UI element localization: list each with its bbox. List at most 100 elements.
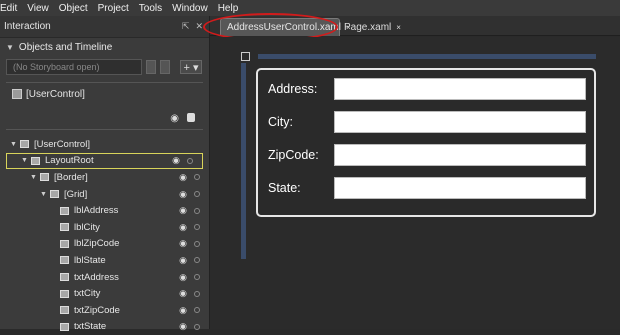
element-icon (50, 190, 59, 199)
city-row: City: (268, 111, 586, 133)
tree-node-label: txtCity (74, 288, 101, 300)
tree-node[interactable]: lblState ◉ (0, 252, 209, 269)
eye-icon[interactable]: ◉ (179, 272, 187, 283)
lock-toggle-icon[interactable] (194, 224, 200, 231)
element-icon (40, 173, 49, 182)
tree-node-label: lblState (74, 254, 106, 266)
zipcode-textbox[interactable] (334, 144, 586, 166)
element-icon (60, 273, 69, 282)
eye-icon[interactable]: ◉ (179, 238, 187, 249)
expand-triangle-icon[interactable]: ▼ (21, 157, 31, 164)
grid-ruler-icon[interactable] (241, 52, 250, 61)
element-icon (20, 140, 29, 149)
eye-icon[interactable]: ◉ (179, 305, 187, 316)
menu-edit[interactable]: Edit (0, 3, 17, 14)
lock-toggle-icon[interactable] (187, 157, 193, 164)
storyboard-button-2[interactable] (160, 60, 170, 74)
tab-label: Page.xaml (344, 21, 392, 33)
element-icon (60, 239, 69, 248)
pin-icon[interactable]: ⇱ (182, 21, 190, 32)
menu-view[interactable]: View (27, 3, 49, 14)
tree-node[interactable]: ▼ LayoutRoot ◉ (6, 152, 203, 170)
menu-window[interactable]: Window (172, 3, 208, 14)
close-panel-icon[interactable]: ✕ (195, 21, 203, 32)
tree-node-label: lblAddress (74, 205, 119, 217)
address-textbox[interactable] (334, 78, 586, 100)
tree-node-label: LayoutRoot (45, 155, 94, 167)
panel-header: Interaction ⇱ ✕ (0, 16, 209, 38)
tree-node-label: [UserControl] (34, 138, 90, 150)
row-ruler[interactable] (241, 63, 246, 259)
tab-page[interactable]: Page.xaml × (338, 18, 407, 36)
expand-triangle-icon[interactable]: ▼ (40, 191, 50, 198)
tree-node[interactable]: lblZipCode ◉ (0, 236, 209, 253)
element-icon (60, 223, 69, 232)
tree-node-label: [Grid] (64, 188, 88, 200)
menu-bar: Edit View Object Project Tools Window He… (0, 0, 620, 16)
tree-node[interactable]: txtAddress ◉ (0, 269, 209, 286)
tree-node-label: lblCity (74, 221, 100, 233)
eye-icon[interactable]: ◉ (179, 189, 187, 200)
object-tree: ▼ [UserControl] ▼ LayoutRoot ◉ ▼ [Border] ◉ ▼ [Gr… (0, 136, 209, 335)
interaction-panel: Interaction ⇱ ✕ ▼ Objects and Timeline (… (0, 16, 210, 332)
storyboard-button-1[interactable] (146, 60, 156, 74)
design-surface[interactable]: Address: City: ZipCode: State: (210, 37, 620, 329)
menu-object[interactable]: Object (59, 3, 88, 14)
lock-toggle-icon[interactable] (194, 174, 200, 181)
city-textbox[interactable] (334, 111, 586, 133)
tree-node[interactable]: lblAddress ◉ (0, 202, 209, 219)
lock-toggle-icon[interactable] (194, 290, 200, 297)
lock-toggle-icon[interactable] (194, 274, 200, 281)
storyboard-row: (No Storyboard open) + ▾ (0, 56, 209, 78)
element-icon (60, 256, 69, 265)
element-icon (60, 206, 69, 215)
section-title: Objects and Timeline (18, 41, 113, 53)
lock-toggle-icon[interactable] (194, 207, 200, 214)
element-icon (60, 322, 69, 331)
usercontrol-icon (12, 89, 22, 99)
tree-node[interactable]: txtState ◉ (0, 319, 209, 335)
column-ruler[interactable] (258, 54, 596, 59)
tree-node-label: lblZipCode (74, 238, 120, 250)
menu-tools[interactable]: Tools (139, 3, 162, 14)
eye-icon[interactable]: ◉ (170, 113, 179, 124)
menu-project[interactable]: Project (98, 3, 129, 14)
tree-node[interactable]: ▼ [Grid] ◉ (0, 186, 209, 203)
element-icon (60, 306, 69, 315)
address-row: Address: (268, 78, 586, 100)
tree-node-label: txtState (74, 321, 107, 333)
lock-icon[interactable] (187, 113, 195, 122)
expand-triangle-icon[interactable]: ▼ (30, 174, 40, 181)
menu-help[interactable]: Help (218, 3, 239, 14)
tree-node[interactable]: txtZipCode ◉ (0, 302, 209, 319)
eye-icon[interactable]: ◉ (179, 222, 187, 233)
tree-node[interactable]: ▼ [UserControl] (0, 136, 209, 153)
add-storyboard-button[interactable]: + ▾ (180, 60, 202, 74)
state-textbox[interactable] (334, 177, 586, 199)
eye-icon[interactable]: ◉ (179, 205, 187, 216)
zipcode-label: ZipCode: (268, 148, 319, 162)
objects-timeline-header[interactable]: ▼ Objects and Timeline (0, 38, 209, 56)
tree-node[interactable]: lblCity ◉ (0, 219, 209, 236)
lock-toggle-icon[interactable] (194, 240, 200, 247)
close-tab-icon[interactable]: × (396, 23, 401, 32)
storyboard-dropdown[interactable]: (No Storyboard open) (6, 59, 142, 75)
tree-node[interactable]: ▼ [Border] ◉ (0, 169, 209, 186)
eye-icon[interactable]: ◉ (179, 172, 187, 183)
tree-node[interactable]: txtCity ◉ (0, 285, 209, 302)
element-icon (60, 289, 69, 298)
eye-icon[interactable]: ◉ (179, 288, 187, 299)
address-form-border[interactable]: Address: City: ZipCode: State: (256, 68, 596, 217)
city-label: City: (268, 115, 293, 129)
eye-icon[interactable]: ◉ (179, 255, 187, 266)
collapse-triangle-icon[interactable]: ▼ (6, 43, 14, 52)
state-row: State: (268, 177, 586, 199)
eye-icon[interactable]: ◉ (172, 155, 180, 166)
eye-icon[interactable]: ◉ (179, 321, 187, 332)
expand-triangle-icon[interactable]: ▼ (10, 141, 20, 148)
lock-toggle-icon[interactable] (194, 257, 200, 264)
lock-toggle-icon[interactable] (194, 307, 200, 314)
scope-root-label: [UserControl] (26, 89, 85, 100)
lock-toggle-icon[interactable] (194, 191, 200, 198)
scope-root[interactable]: [UserControl] ◉ (6, 82, 203, 130)
